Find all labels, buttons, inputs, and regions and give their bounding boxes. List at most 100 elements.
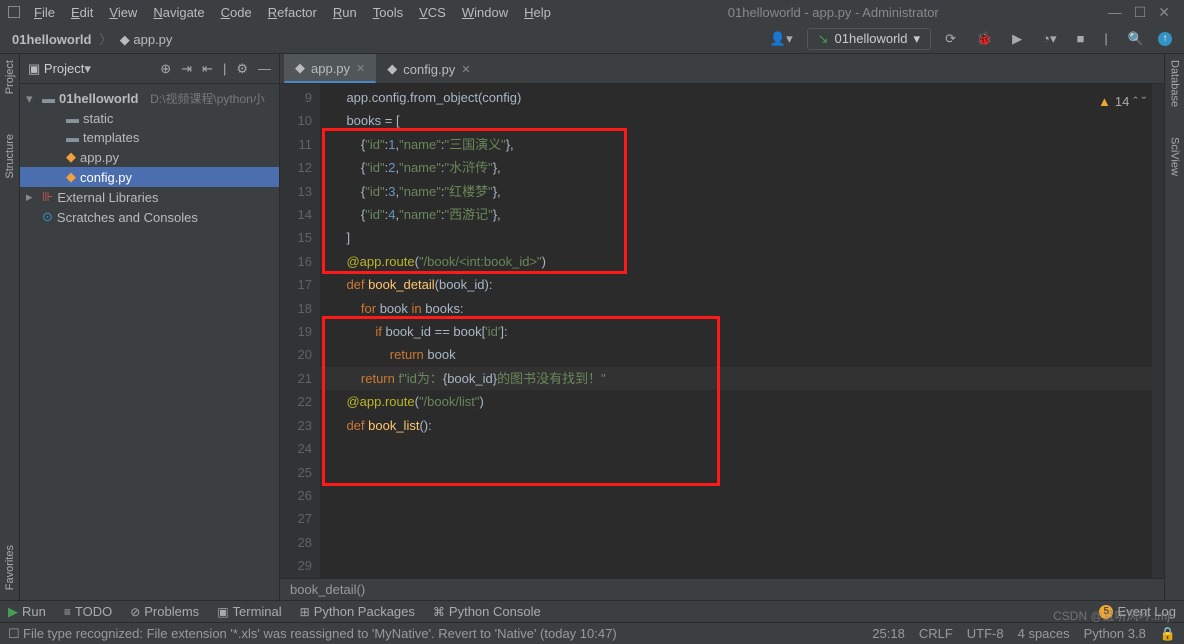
folder-icon: ▣ [28,61,40,77]
status-icon[interactable]: ☐ [8,626,20,642]
watermark: CSDN @且听风吟.tmj [1053,607,1170,624]
close-tab-icon[interactable]: ✕ [461,63,470,76]
tool-structure[interactable]: Structure [4,134,16,179]
tree-scratches[interactable]: ⊙ Scratches and Consoles [20,207,279,227]
collapse-icon[interactable]: ⇥ [181,61,192,77]
run-icon[interactable]: ⟳ [939,29,962,49]
coverage-icon[interactable]: ◔▾ [1036,29,1062,49]
code-line-28[interactable]: @app.route("/book/list") [320,390,1164,413]
interpreter[interactable]: Python 3.8 [1084,626,1146,642]
code-line-25[interactable]: return f"id为：{book_id}的图书没有找到！" [320,367,1164,390]
menu-navigate[interactable]: Navigate [145,5,212,20]
run-config-select[interactable]: ↘ 01helloworld ▾ [807,28,931,50]
navbar: 01helloworld 〉 ◆ app.py 👤▾ ↘ 01helloworl… [0,24,1184,54]
editor-breadcrumb-text: book_detail() [290,582,365,597]
tab-app.py[interactable]: ◆app.py✕ [284,54,376,83]
tool-database[interactable]: Database [1169,60,1181,107]
menu-code[interactable]: Code [213,5,260,20]
maximize-icon[interactable]: ☐ [1134,4,1147,21]
tool-pypkg[interactable]: ⊞ Python Packages [300,604,415,619]
code-line-13[interactable]: {"id":2,"name":"水浒传"}, [320,156,1164,179]
menu-view[interactable]: View [101,5,145,20]
left-tool-strip: Project Structure Favorites [0,54,20,600]
tab-config.py[interactable]: ◆config.py✕ [376,55,481,83]
tree-root-path: D:\视频课程\python小 [150,90,265,107]
external-libs-label: External Libraries [57,190,158,205]
code-line-20[interactable]: def book_detail(book_id): [320,273,1164,296]
breadcrumb-project[interactable]: 01helloworld [12,32,91,47]
editor-breadcrumb[interactable]: book_detail() [280,578,1164,600]
user-icon[interactable]: 👤▾ [764,29,799,49]
breadcrumb-file[interactable]: app.py [133,32,172,47]
search-icon[interactable]: 🔍 [1122,29,1150,49]
close-tab-icon[interactable]: ✕ [356,62,365,75]
tool-todo[interactable]: ≡ TODO [64,604,112,619]
tree-root[interactable]: ▾▬ 01helloworld D:\视频课程\python小 [20,88,279,109]
code-line-9[interactable]: app.config.from_object(config) [320,86,1164,109]
code-line-21[interactable]: for book in books: [320,297,1164,320]
code-line-29[interactable]: def book_list(): [320,414,1164,437]
hide-icon[interactable]: — [258,61,271,77]
line-gutter[interactable]: 9101112131415161718192021222324252627282… [280,84,320,578]
project-tree[interactable]: ▾▬ 01helloworld D:\视频课程\python小 ▬ static… [20,84,279,231]
tool-favorites[interactable]: Favorites [4,545,16,590]
play-icon[interactable]: ▶ [1006,29,1028,49]
code-line-14[interactable]: {"id":3,"name":"红楼梦"}, [320,180,1164,203]
code-line-19[interactable]: @app.route("/book/<int:book_id>") [320,250,1164,273]
tree-item-static[interactable]: ▬ static [20,109,279,128]
code-line-11[interactable]: books = [ [320,109,1164,132]
breadcrumb[interactable]: 01helloworld 〉 ◆ app.py [12,29,172,48]
menu-file[interactable]: File [26,5,63,20]
tool-run[interactable]: ▶Run [8,604,46,620]
code-content[interactable]: ▲14 ˆˇ app.config.from_object(config) bo… [320,84,1164,578]
lock-icon[interactable]: 🔒 [1160,626,1176,642]
tree-root-name: 01helloworld [59,91,138,106]
code-line-16[interactable]: ] [320,226,1164,249]
chevron-down-icon[interactable]: ▾ [84,61,91,77]
code-line-23[interactable]: return book [320,343,1164,366]
close-icon[interactable]: ✕ [1158,4,1170,21]
scratches-label: Scratches and Consoles [57,210,198,225]
tool-sciview[interactable]: SciView [1169,137,1181,176]
project-pane: ▣ Project ▾ ⊕ ⇥ ⇤ | ⚙ — ▾▬ 01helloworld … [20,54,280,600]
line-sep[interactable]: CRLF [919,626,953,642]
bottom-tool-bar: ▶Run ≡ TODO ⊘ Problems ▣ Terminal ⊞ Pyth… [0,600,1184,622]
error-stripe[interactable] [1152,84,1164,578]
menu-tools[interactable]: Tools [365,5,411,20]
tool-problems[interactable]: ⊘ Problems [130,604,199,619]
menu-help[interactable]: Help [516,5,559,20]
inspection-badge[interactable]: ▲14 ˆˇ [1098,90,1146,113]
menu-vcs[interactable]: VCS [411,5,454,20]
menubar: FileEditViewNavigateCodeRefactorRunTools… [0,0,1184,24]
debug-icon[interactable]: 🐞 [970,29,998,49]
pane-title[interactable]: Project [44,61,84,76]
app-icon [8,6,20,18]
code-line-22[interactable]: if book_id == book['id']: [320,320,1164,343]
divider: | [223,61,226,77]
menu-run[interactable]: Run [325,5,365,20]
stop-icon[interactable]: ■ [1071,29,1091,48]
caret-pos[interactable]: 25:18 [872,626,905,642]
editor: ◆app.py✕◆config.py✕ 91011121314151617181… [280,54,1164,600]
tree-item-templates[interactable]: ▬ templates [20,128,279,147]
tool-pyconsole[interactable]: ⌘ Python Console [433,604,541,619]
status-message[interactable]: File type recognized: File extension '*.… [23,626,617,641]
encoding[interactable]: UTF-8 [967,626,1004,642]
tree-item-app.py[interactable]: ◆ app.py [20,147,279,167]
code-line-12[interactable]: {"id":1,"name":"三国演义"}, [320,133,1164,156]
tool-project[interactable]: Project [4,60,16,94]
code-line-15[interactable]: {"id":4,"name":"西游记"}, [320,203,1164,226]
warn-count: 14 [1115,90,1129,113]
minimize-icon[interactable]: — [1108,4,1122,21]
indent[interactable]: 4 spaces [1018,626,1070,642]
tool-terminal[interactable]: ▣ Terminal [217,604,281,619]
target-icon[interactable]: ⊕ [160,61,171,77]
expand-icon[interactable]: ⇤ [202,61,213,77]
menu-edit[interactable]: Edit [63,5,101,20]
update-icon[interactable]: ↑ [1158,32,1172,46]
tree-item-config.py[interactable]: ◆ config.py [20,167,279,187]
menu-window[interactable]: Window [454,5,516,20]
tree-external[interactable]: ▸⊪ External Libraries [20,187,279,207]
menu-refactor[interactable]: Refactor [260,5,325,20]
gear-icon[interactable]: ⚙ [236,61,248,77]
